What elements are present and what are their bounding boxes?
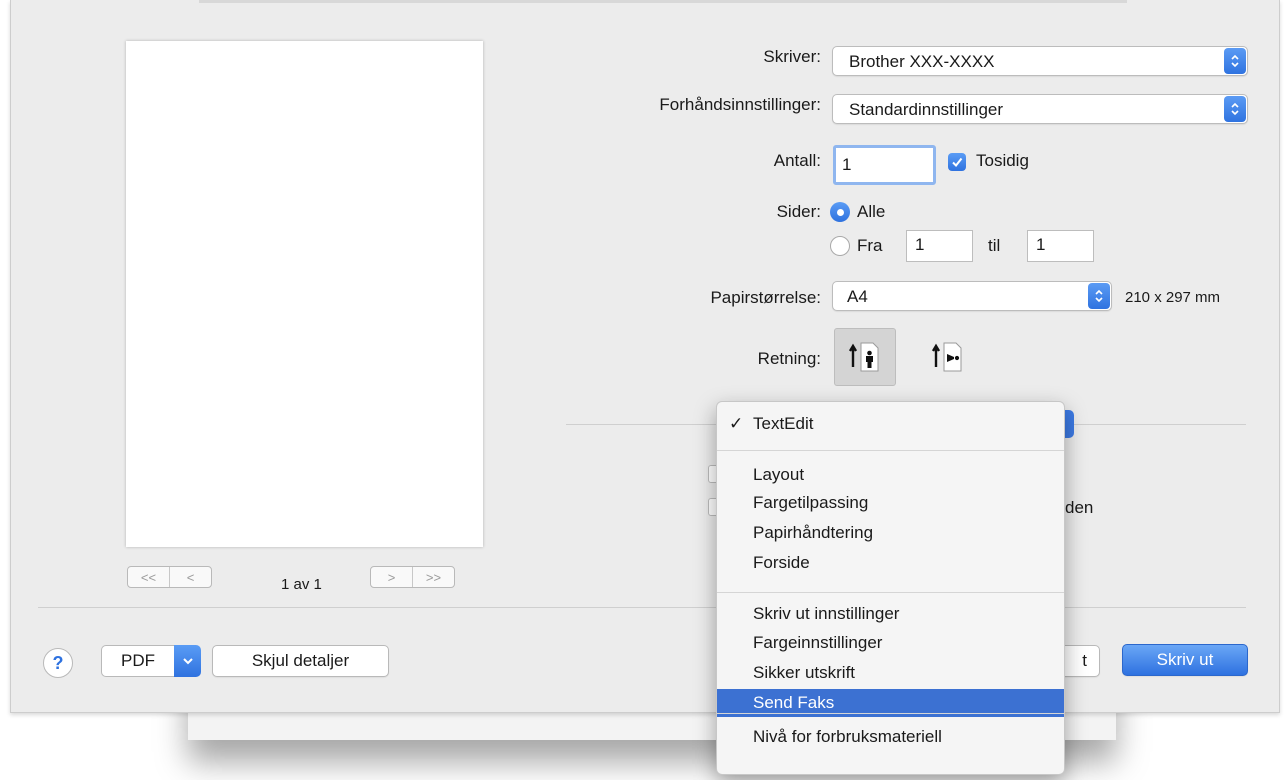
menu-item-label: Papirhåndtering — [753, 523, 874, 542]
first-page-button[interactable]: << — [128, 567, 169, 587]
section-dropdown-menu: ✓ TextEdit Layout Fargetilpassing Papirhåndt… — [716, 401, 1065, 775]
menu-item-label: Nivå for forbruksmateriell — [753, 727, 942, 746]
pages-range-radio[interactable] — [830, 236, 850, 256]
menu-item-label: Forside — [753, 553, 810, 572]
landscape-orientation-button[interactable] — [917, 328, 979, 386]
menu-item[interactable]: Sikker utskrift — [717, 659, 1064, 687]
pages-label: Sider: — [776, 202, 821, 221]
preview-back-nav: << < — [127, 566, 212, 588]
printer-value: Brother XXX-XXXX — [849, 52, 995, 71]
cancel-label-fragment: t — [1082, 651, 1087, 670]
menu-item[interactable]: Papirhåndtering — [717, 519, 1064, 547]
paper-size-value: A4 — [847, 287, 868, 306]
menu-item[interactable]: Fargetilpassing — [717, 489, 1064, 517]
print-button[interactable]: Skriv ut — [1122, 644, 1248, 676]
hidden-option-text: den — [1065, 498, 1094, 517]
pages-to-input[interactable]: 1 — [1027, 230, 1094, 262]
menu-item-label: Sikker utskrift — [753, 663, 856, 682]
menu-item-label: TextEdit — [753, 414, 814, 433]
paper-size-label: Papirstørrelse: — [710, 288, 821, 307]
pages-from-label: Fra — [857, 236, 883, 255]
pdf-label: PDF — [101, 645, 174, 677]
page-count-label: 1 av 1 — [281, 576, 322, 593]
chevron-down-icon — [174, 645, 201, 677]
menu-item[interactable]: Nivå for forbruksmateriell — [717, 723, 1064, 751]
duplex-checkbox[interactable] — [948, 153, 966, 171]
checkmark-icon — [952, 157, 963, 168]
menu-item-label: Send Faks — [753, 693, 835, 712]
presets-label: Forhåndsinnstillinger: — [659, 95, 821, 114]
copies-input[interactable]: 1 — [833, 145, 936, 185]
presets-popup[interactable]: Standardinnstillinger — [832, 94, 1248, 124]
menu-item[interactable]: Layout — [717, 461, 1064, 489]
portrait-orientation-icon — [848, 342, 879, 372]
menu-item-label: Fargeinnstillinger — [753, 633, 883, 652]
copies-label: Antall: — [773, 151, 821, 170]
page-preview — [126, 41, 483, 547]
paper-size-popup[interactable]: A4 — [832, 281, 1112, 311]
menu-separator — [717, 592, 1064, 593]
paper-dimensions: 210 x 297 mm — [1125, 289, 1221, 306]
portrait-orientation-button[interactable] — [834, 328, 896, 386]
landscape-orientation-icon — [931, 342, 962, 372]
pages-all-radio[interactable] — [830, 202, 850, 222]
menu-item[interactable]: Forside — [717, 549, 1064, 577]
pages-to-label: til — [988, 236, 1001, 255]
sheet-top-edge — [199, 0, 1127, 3]
updown-chevron-icon — [1224, 48, 1246, 74]
help-button[interactable]: ? — [43, 648, 73, 678]
presets-value: Standardinnstillinger — [849, 100, 1004, 119]
menu-separator — [717, 450, 1064, 451]
menu-item-label: Fargetilpassing — [753, 493, 869, 512]
printer-label: Skriver: — [763, 47, 821, 66]
pages-from-input[interactable]: 1 — [906, 230, 973, 262]
menu-item[interactable]: Skriv ut innstillinger — [717, 600, 1064, 628]
checkmark-icon: ✓ — [729, 414, 744, 433]
printer-popup[interactable]: Brother XXX-XXXX — [832, 46, 1248, 76]
menu-item-label: Layout — [753, 465, 805, 484]
menu-item[interactable]: ✓ TextEdit — [717, 410, 1064, 438]
menu-separator — [717, 713, 1064, 714]
updown-chevron-icon — [1088, 283, 1110, 309]
last-page-button[interactable]: >> — [412, 567, 454, 587]
next-page-button[interactable]: > — [371, 567, 412, 587]
menu-item-label: Skriv ut innstillinger — [753, 604, 900, 623]
orientation-label: Retning: — [757, 349, 821, 368]
updown-chevron-icon — [1224, 96, 1246, 122]
hide-details-button[interactable]: Skjul detaljer — [212, 645, 389, 677]
preview-forward-nav: > >> — [370, 566, 455, 588]
prev-page-button[interactable]: < — [169, 567, 211, 587]
duplex-label: Tosidig — [976, 151, 1029, 170]
menu-item[interactable]: Fargeinnstillinger — [717, 629, 1064, 657]
pdf-menu-button[interactable]: PDF — [101, 645, 201, 677]
pages-all-label: Alle — [857, 202, 886, 221]
